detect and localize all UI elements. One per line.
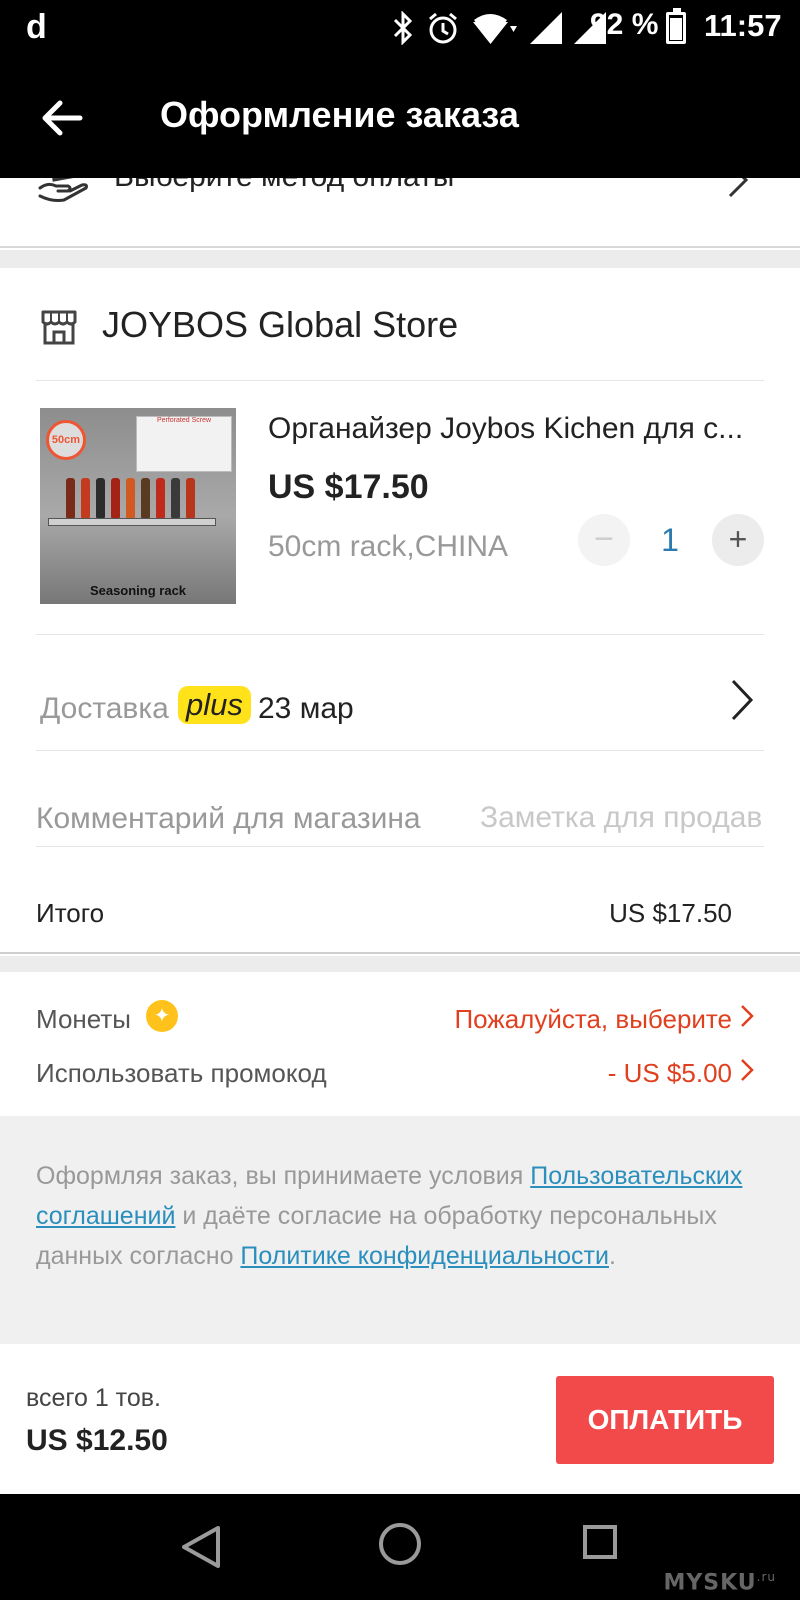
watermark: MYSKU.ru	[663, 1570, 776, 1595]
watermark-text: MYSKU	[663, 1570, 757, 1596]
quantity-increase-button[interactable]: +	[712, 514, 764, 566]
nav-back-icon[interactable]	[180, 1524, 222, 1570]
bottle	[111, 478, 120, 518]
clock: 11:57	[704, 8, 782, 43]
bottle	[96, 478, 105, 518]
store-name[interactable]: JOYBOS Global Store	[102, 304, 458, 346]
bluetooth-icon	[393, 11, 413, 45]
wifi-icon	[473, 14, 517, 44]
divider	[36, 750, 764, 751]
promo-code-value[interactable]: - US $5.00	[608, 1058, 732, 1089]
terms-text-part: Оформляя заказ, вы принимаете условия	[36, 1162, 531, 1190]
terms-text-part: .	[608, 1242, 616, 1270]
page-title: Оформление заказа	[160, 94, 519, 135]
bottle	[126, 478, 135, 518]
bottle	[141, 478, 150, 518]
watermark-suffix: .ru	[756, 1570, 776, 1584]
battery-level	[670, 18, 682, 40]
product-image[interactable]: 50cm Perforated Screw Seasoning rack	[40, 408, 236, 604]
product-variant: 50cm rack,CHINA	[268, 530, 509, 563]
shelf	[48, 518, 216, 526]
quantity-value: 1	[661, 522, 679, 558]
promo-code-label: Использовать промокод	[36, 1058, 327, 1088]
seller-note-input[interactable]	[480, 798, 764, 838]
arrow-left-icon[interactable]	[36, 92, 88, 144]
store-icon	[41, 310, 77, 345]
discounts-card: Монеты ✦ Пожалуйста, выберите Использова…	[0, 972, 800, 1116]
divider	[36, 846, 764, 847]
bottle	[171, 478, 180, 518]
privacy-policy-link[interactable]: Политике конфиденциальности	[240, 1242, 609, 1270]
terms-text: Оформляя заказ, вы принимаете условия По…	[36, 1156, 766, 1276]
bottle	[66, 478, 75, 518]
chevron-right-icon[interactable]	[730, 678, 754, 722]
size-badge: 50cm	[46, 420, 86, 460]
terms-box: Оформляя заказ, вы принимаете условия По…	[0, 1116, 800, 1344]
payment-method-row[interactable]: Выберите метод оплаты	[0, 178, 800, 248]
pay-button[interactable]: ОПЛАТИТЬ	[556, 1376, 774, 1464]
checkout-bar: всего 1 тов. US $12.50 ОПЛАТИТЬ	[0, 1344, 800, 1494]
section-divider	[0, 956, 800, 972]
bottle	[156, 478, 165, 518]
bottle	[186, 478, 195, 518]
coin-icon: ✦	[146, 1000, 178, 1032]
item-count: всего 1 тов.	[26, 1384, 161, 1412]
divider	[36, 634, 764, 635]
chevron-right-icon[interactable]	[740, 1058, 754, 1082]
nav-home-icon[interactable]	[378, 1522, 422, 1566]
coins-label: Монеты	[36, 1004, 131, 1034]
system-nav-bar: MYSKU.ru	[0, 1494, 800, 1600]
subtotal-label: Итого	[36, 898, 105, 928]
store-card: JOYBOS Global Store 50cm Perforated Scre…	[0, 268, 800, 954]
alarm-icon	[429, 12, 457, 44]
quantity-decrease-button[interactable]: −	[578, 514, 630, 566]
product-title[interactable]: Органайзер Joybos Kichen для с...	[268, 412, 768, 446]
screw-insert-label: Perforated Screw	[156, 417, 212, 424]
plus-badge: plus	[178, 686, 251, 724]
hand-coins-icon	[38, 178, 88, 202]
section-divider	[0, 250, 800, 268]
delivery-date: 23 мар	[258, 692, 354, 725]
signal-icon	[530, 12, 562, 44]
grand-total: US $12.50	[26, 1424, 168, 1457]
coins-select[interactable]: Пожалуйста, выберите	[454, 1004, 732, 1035]
payment-method-label: Выберите метод оплаты	[114, 178, 454, 194]
app-logo: d	[26, 8, 47, 46]
status-bar: d 92 % 11:57	[0, 0, 800, 56]
app-bar: Оформление заказа	[0, 56, 800, 178]
bottles	[66, 478, 195, 518]
delivery-label: Доставка	[40, 692, 169, 725]
screw-insert: Perforated Screw	[136, 416, 232, 472]
status-icons	[392, 10, 606, 46]
image-caption: Seasoning rack	[89, 583, 187, 598]
chevron-right-icon[interactable]	[740, 1004, 754, 1028]
battery-icon	[666, 8, 686, 44]
subtotal-value: US $17.50	[609, 898, 732, 928]
nav-recent-apps-icon[interactable]	[582, 1524, 618, 1560]
bottle	[81, 478, 90, 518]
product-price: US $17.50	[268, 468, 429, 506]
battery-percent: 92 %	[590, 8, 659, 41]
comment-label: Комментарий для магазина	[36, 802, 421, 835]
chevron-right-icon	[728, 178, 749, 198]
divider	[36, 380, 764, 381]
